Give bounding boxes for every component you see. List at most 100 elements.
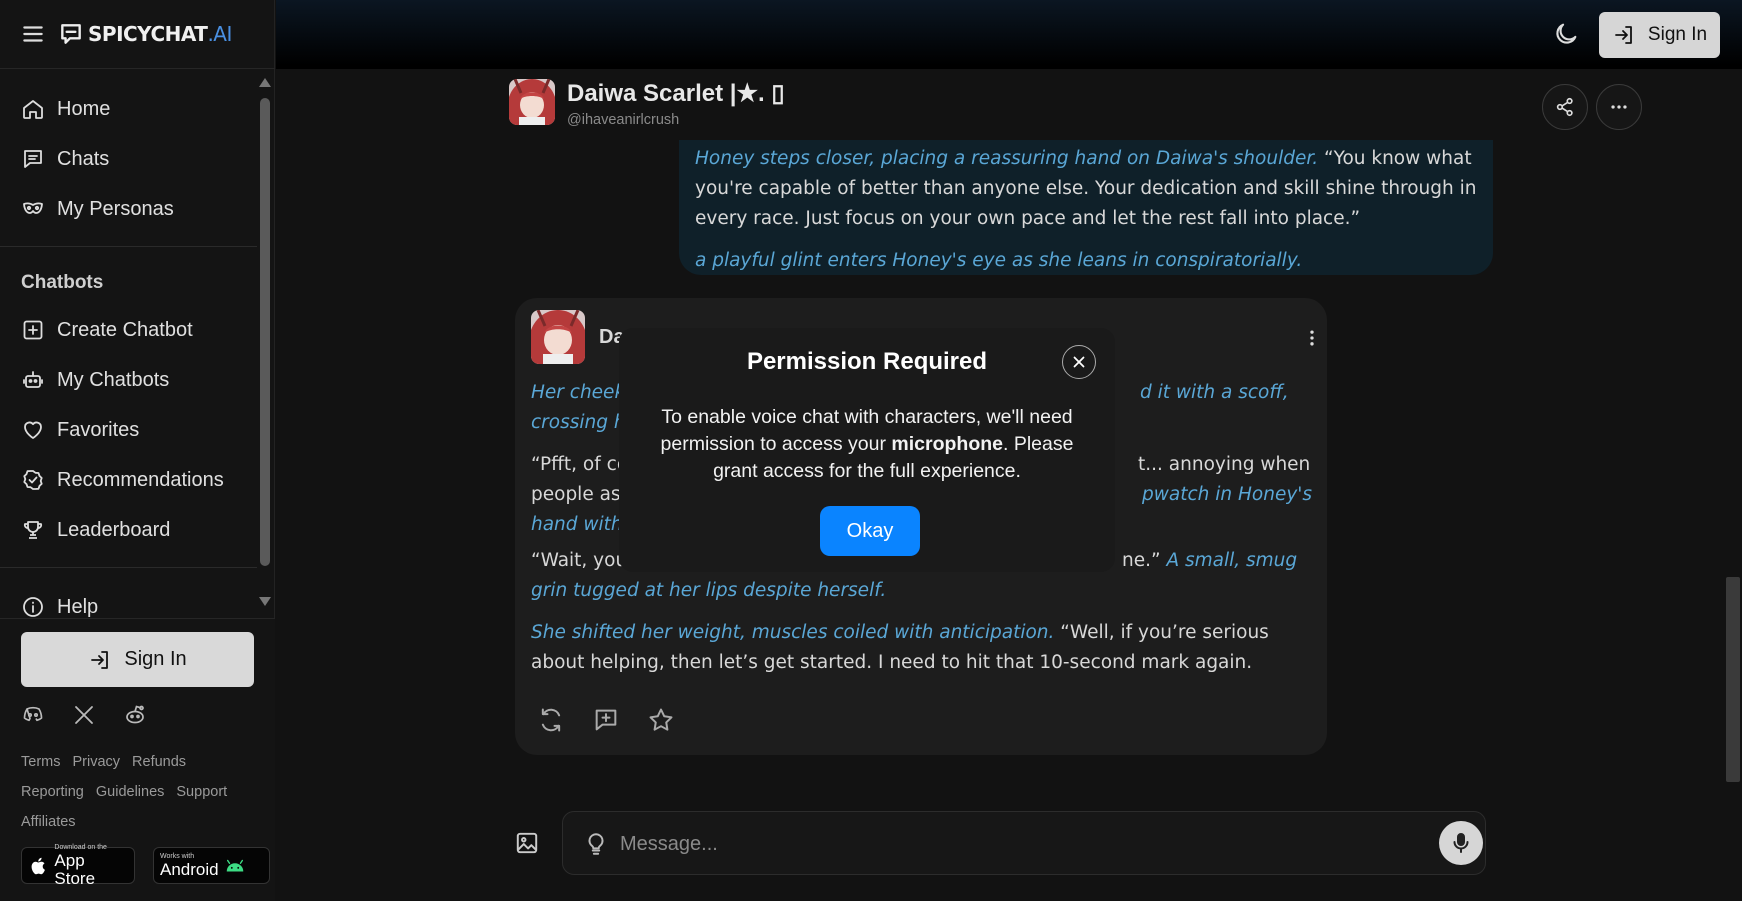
bot-avatar[interactable]	[531, 310, 585, 364]
voice-chat-button[interactable]	[1439, 821, 1483, 865]
main-scrollbar-thumb[interactable]	[1726, 577, 1740, 782]
sign-in-icon	[91, 650, 109, 669]
sidebar-item-leaderboard[interactable]: Leaderboard	[0, 505, 257, 555]
sidebar-item-favorites[interactable]: Favorites	[0, 405, 257, 455]
divider	[0, 567, 257, 568]
trophy-icon	[23, 521, 43, 539]
social-links	[21, 703, 147, 727]
message-actions	[537, 706, 675, 734]
main-area: Sign In Honey steps closer, placing a re…	[276, 0, 1742, 901]
robot-icon	[23, 371, 43, 388]
divider	[0, 246, 257, 247]
more-options-button[interactable]	[1596, 84, 1642, 130]
message-input[interactable]	[620, 824, 1400, 864]
sidebar-item-my-personas[interactable]: My Personas	[0, 184, 257, 234]
store-badges: Download on the App Store Works with Andro…	[21, 844, 270, 887]
dark-mode-toggle-icon[interactable]	[1552, 20, 1580, 48]
bot-speech-text: “Pfft, of co	[531, 454, 629, 475]
sign-in-icon	[1615, 26, 1632, 44]
sign-in-label: Sign In	[124, 648, 187, 670]
top-bar: Sign In	[276, 0, 1742, 69]
brand-bar: SPICYCHAT.AI	[0, 0, 275, 69]
app-store-badge[interactable]: Download on the App Store	[21, 844, 135, 887]
sidebar-footer: Sign In Terms Privacy Refunds Reporting Gui…	[0, 618, 275, 901]
close-icon	[1073, 356, 1085, 368]
scrollbar-thumb[interactable]	[260, 98, 270, 566]
sidebar-scrollbar[interactable]	[257, 76, 273, 612]
character-header: Daiwa Scarlet |★. ▯ @ihaveanirlcrush	[509, 79, 1642, 139]
sidebar-item-label: Favorites	[57, 418, 140, 441]
user-action-text: Honey steps closer, placing a reassuring…	[695, 148, 1319, 169]
sidebar-item-label: Home	[57, 97, 111, 120]
sidebar-item-help[interactable]: Help	[0, 582, 257, 618]
hamburger-menu-icon[interactable]	[20, 21, 46, 47]
sidebar-item-label: My Chatbots	[57, 368, 170, 391]
bot-speech-text: people ass	[531, 484, 631, 505]
footer-links: Terms Privacy Refunds Reporting Guidelines S…	[21, 747, 261, 837]
link-privacy[interactable]: Privacy	[72, 747, 120, 777]
link-affiliates[interactable]: Affiliates	[21, 807, 76, 837]
bot-action-text: She shifted her weight, muscles coiled w…	[531, 622, 1055, 643]
share-icon	[1556, 97, 1573, 117]
share-button[interactable]	[1542, 84, 1588, 130]
bot-action-text: hand with	[531, 514, 623, 535]
okay-button[interactable]: Okay	[820, 506, 920, 556]
plus-square-icon	[23, 320, 43, 340]
info-icon	[23, 597, 43, 617]
header-sign-in-button[interactable]: Sign In	[1599, 12, 1720, 58]
avatar-image	[509, 79, 555, 125]
modal-close-button[interactable]	[1062, 345, 1096, 379]
apple-icon	[31, 857, 45, 874]
home-icon	[23, 100, 43, 119]
lightbulb-icon[interactable]	[583, 831, 609, 857]
sidebar-item-home[interactable]: Home	[0, 84, 257, 134]
character-handle[interactable]: @ihaveanirlcrush	[567, 112, 679, 128]
microphone-icon	[1453, 833, 1469, 853]
scroll-down-arrow-icon[interactable]	[259, 597, 271, 606]
x-twitter-icon[interactable]	[72, 703, 96, 727]
android-badge[interactable]: Works with Android	[153, 847, 270, 884]
sidebar-nav: Home Chats My Personas Chatbots Create C…	[0, 70, 257, 618]
image-upload-icon[interactable]	[514, 830, 540, 856]
modal-body-bold: microphone	[891, 433, 1003, 455]
link-refunds[interactable]: Refunds	[132, 747, 186, 777]
sidebar-item-label: Help	[57, 595, 99, 618]
sidebar-sign-in-button[interactable]: Sign In	[21, 632, 254, 687]
bot-action-text: A small, smug	[1166, 550, 1298, 571]
section-heading-chatbots: Chatbots	[21, 272, 104, 293]
bot-speech-text: t... annoying when	[1138, 454, 1311, 475]
brand-logo[interactable]: SPICYCHAT.AI	[88, 22, 232, 46]
link-guidelines[interactable]: Guidelines	[96, 777, 165, 807]
android-robot-icon	[226, 859, 243, 871]
user-action-text: a playful glint enters Honey's eye as sh…	[695, 250, 1303, 271]
bot-action-text: pwatch in Honey's	[1142, 484, 1312, 505]
logo-icon	[61, 24, 81, 44]
sidebar-item-recommendations[interactable]: Recommendations	[0, 455, 257, 505]
character-avatar[interactable]	[509, 79, 555, 125]
reddit-icon[interactable]	[123, 703, 147, 727]
message-menu-icon[interactable]	[1302, 328, 1322, 348]
scroll-up-arrow-icon[interactable]	[259, 78, 271, 87]
sign-in-label: Sign In	[1647, 24, 1708, 45]
sidebar-item-label: Leaderboard	[57, 518, 171, 541]
app-store-big: App Store	[54, 850, 96, 888]
chat-icon	[24, 150, 42, 168]
user-message-bubble: Honey steps closer, placing a reassuring…	[679, 140, 1493, 275]
bot-action-text: grin tugged at her lips despite herself.	[531, 580, 887, 601]
sidebar-item-chats[interactable]: Chats	[0, 134, 257, 184]
regenerate-icon[interactable]	[537, 706, 565, 734]
add-comment-icon[interactable]	[592, 706, 620, 734]
discord-icon[interactable]	[21, 703, 45, 727]
brand-name: SPICYCHAT	[88, 22, 208, 46]
modal-title: Permission Required	[746, 348, 988, 375]
sidebar-item-create-chatbot[interactable]: Create Chatbot	[0, 305, 257, 355]
bot-speech-text: “Wait, you	[531, 550, 628, 571]
link-support[interactable]: Support	[176, 777, 227, 807]
link-terms[interactable]: Terms	[21, 747, 60, 777]
sidebar-item-my-chatbots[interactable]: My Chatbots	[0, 355, 257, 405]
check-badge-icon	[23, 470, 43, 490]
star-icon[interactable]	[647, 706, 675, 734]
character-name: Daiwa Scarlet |★. ▯	[567, 80, 785, 107]
link-reporting[interactable]: Reporting	[21, 777, 84, 807]
more-horizontal-icon	[1611, 105, 1627, 109]
